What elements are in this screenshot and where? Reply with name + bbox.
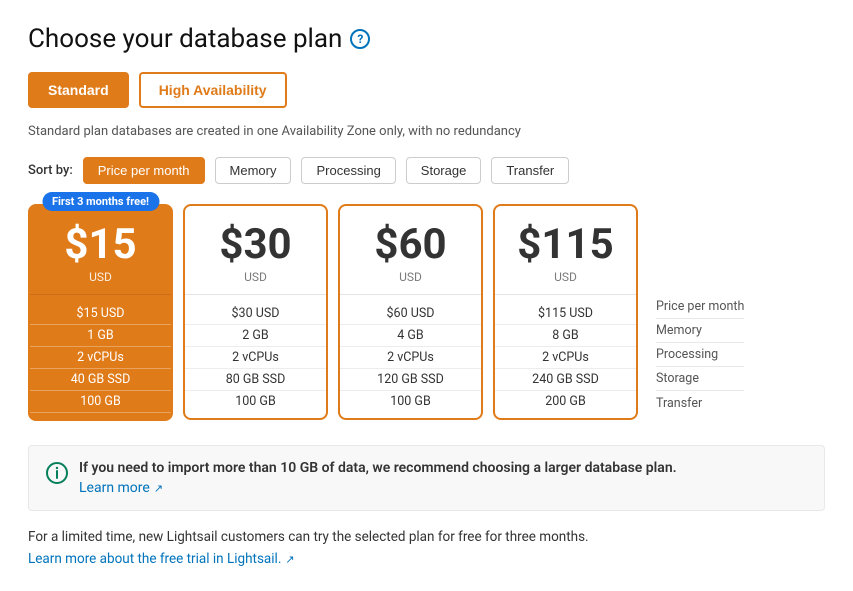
- sort-label: Sort by:: [28, 163, 73, 178]
- sort-storage[interactable]: Storage: [406, 157, 482, 184]
- help-icon[interactable]: ?: [350, 29, 370, 49]
- sort-bar: Sort by: Price per month Memory Processi…: [28, 157, 825, 184]
- col-label-memory: Memory: [656, 319, 744, 343]
- plan-115-price: $115: [517, 224, 613, 266]
- plan-115-price-label: $115 USD: [495, 303, 636, 325]
- col-label-price: Price per month: [656, 295, 744, 319]
- label-spacer: [656, 223, 744, 295]
- plan-60-details: $60 USD 4 GB 2 vCPUs 120 GB SSD 100 GB: [340, 294, 481, 418]
- plan-60-storage: 120 GB SSD: [340, 369, 481, 391]
- plan-30-price-box: $30 USD: [185, 206, 326, 294]
- plan-115-memory: 8 GB: [495, 325, 636, 347]
- plan-60-price-label: $60 USD: [340, 303, 481, 325]
- column-labels: Price per month Memory Processing Storag…: [656, 223, 744, 421]
- info-box: If you need to import more than 10 GB of…: [28, 445, 825, 511]
- plan-card-115[interactable]: $115 USD $115 USD 8 GB 2 vCPUs 240 GB SS…: [493, 204, 638, 420]
- plan-15-memory: 1 GB: [30, 325, 171, 347]
- plan-30-price: $30: [219, 224, 291, 266]
- info-content: If you need to import more than 10 GB of…: [79, 460, 677, 496]
- plan-115-currency: USD: [554, 270, 577, 284]
- plan-15-processing: 2 vCPUs: [30, 347, 171, 369]
- plan-card-30[interactable]: $30 USD $30 USD 2 GB 2 vCPUs 80 GB SSD 1…: [183, 204, 328, 420]
- footer-link-text: Learn more about the free trial in Light…: [28, 551, 281, 567]
- plan-60-price: $60: [374, 224, 446, 266]
- plan-30-memory: 2 GB: [185, 325, 326, 347]
- plan-60-transfer: 100 GB: [340, 391, 481, 412]
- plan-115-transfer: 200 GB: [495, 391, 636, 412]
- page-title: Choose your database plan: [28, 24, 342, 54]
- info-text-strong: If you need to import more than 10 GB of…: [79, 460, 677, 476]
- footer-link[interactable]: Learn more about the free trial in Light…: [28, 551, 295, 567]
- plan-115-storage: 240 GB SSD: [495, 369, 636, 391]
- plan-15-price-box: $15 USD: [30, 206, 171, 294]
- plan-115-processing: 2 vCPUs: [495, 347, 636, 369]
- tab-standard[interactable]: Standard: [28, 72, 129, 108]
- info-link-text: Learn more: [79, 480, 150, 496]
- tab-high-availability[interactable]: High Availability: [139, 72, 287, 108]
- plan-15-details: $15 USD 1 GB 2 vCPUs 40 GB SSD 100 GB: [30, 294, 171, 419]
- col-label-storage: Storage: [656, 367, 744, 391]
- plan-15-price-label: $15 USD: [30, 303, 171, 325]
- info-link[interactable]: Learn more ↗: [79, 480, 163, 496]
- footer-text: For a limited time, new Lightsail custom…: [28, 529, 825, 545]
- plan-30-processing: 2 vCPUs: [185, 347, 326, 369]
- plan-15-price: $15: [64, 224, 136, 266]
- sort-price[interactable]: Price per month: [83, 157, 205, 184]
- subtitle: Standard plan databases are created in o…: [28, 124, 825, 139]
- sort-transfer[interactable]: Transfer: [491, 157, 569, 184]
- col-label-transfer: Transfer: [656, 391, 744, 415]
- plan-60-currency: USD: [399, 270, 422, 284]
- page-title-container: Choose your database plan ?: [28, 24, 825, 54]
- free-badge: First 3 months free!: [42, 192, 159, 211]
- plan-30-storage: 80 GB SSD: [185, 369, 326, 391]
- plan-30-price-label: $30 USD: [185, 303, 326, 325]
- sort-memory[interactable]: Memory: [215, 157, 292, 184]
- plan-15-currency: USD: [89, 270, 112, 284]
- plan-60-memory: 4 GB: [340, 325, 481, 347]
- plans-container: First 3 months free! $15 USD $15 USD 1 G…: [28, 204, 825, 421]
- sort-processing[interactable]: Processing: [301, 157, 395, 184]
- plan-115-price-box: $115 USD: [495, 206, 636, 294]
- plan-15-transfer: 100 GB: [30, 391, 171, 413]
- plan-60-price-box: $60 USD: [340, 206, 481, 294]
- col-label-processing: Processing: [656, 343, 744, 367]
- plan-15-storage: 40 GB SSD: [30, 369, 171, 391]
- plan-card-15[interactable]: First 3 months free! $15 USD $15 USD 1 G…: [28, 204, 173, 421]
- plan-tabs: Standard High Availability: [28, 72, 825, 108]
- info-icon: [45, 461, 69, 485]
- plan-115-details: $115 USD 8 GB 2 vCPUs 240 GB SSD 200 GB: [495, 294, 636, 418]
- plan-30-details: $30 USD 2 GB 2 vCPUs 80 GB SSD 100 GB: [185, 294, 326, 418]
- plan-card-60[interactable]: $60 USD $60 USD 4 GB 2 vCPUs 120 GB SSD …: [338, 204, 483, 420]
- external-link-icon: ↗: [154, 482, 163, 495]
- plan-60-processing: 2 vCPUs: [340, 347, 481, 369]
- plan-30-currency: USD: [244, 270, 267, 284]
- info-text: If you need to import more than 10 GB of…: [79, 460, 677, 476]
- plan-30-transfer: 100 GB: [185, 391, 326, 412]
